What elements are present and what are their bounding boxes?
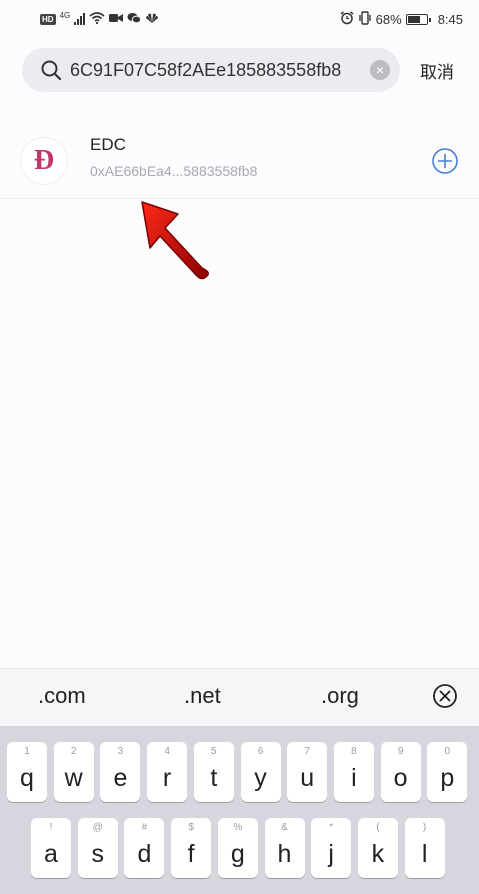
battery-icon (405, 13, 431, 25)
huawei-icon (145, 12, 159, 26)
key-w[interactable]: 2w (53, 742, 94, 802)
key-j[interactable]: * j (311, 818, 352, 878)
key-letter: f (187, 840, 195, 868)
key-s[interactable]: @ s (77, 818, 118, 878)
key-hint: 1 (24, 746, 30, 757)
result-divider (0, 198, 479, 199)
key-hint: 6 (257, 746, 264, 757)
suggestion-org[interactable]: .org (321, 683, 359, 709)
key-letter: e (113, 764, 128, 792)
key-e[interactable]: 3e (100, 742, 141, 802)
key-u[interactable]: 7u (287, 742, 328, 802)
key-g[interactable]: % g (217, 818, 258, 878)
key-hint: ( (376, 822, 380, 833)
key-p[interactable]: 0p (427, 742, 468, 802)
key-letter: o (393, 764, 408, 792)
key-letter: p (440, 764, 455, 792)
token-address: 0xAE66bEa4...5883558fb8 (90, 163, 258, 179)
key-letter: u (300, 764, 315, 792)
key-hint: & (281, 822, 288, 833)
key-y[interactable]: 6y (240, 742, 281, 802)
close-keyboard-icon[interactable] (432, 683, 458, 709)
cancel-button[interactable]: 取消 (420, 58, 454, 83)
keyboard: 1q2w3e4r5t6y7u8i9o0p ! a @ s # d $ f% g & h * j(k) l (0, 726, 479, 894)
network-type: 4G (59, 11, 71, 20)
key-letter: j (328, 840, 334, 868)
key-hint: 2 (70, 746, 77, 757)
key-t[interactable]: 5t (193, 742, 234, 802)
alarm-icon (340, 11, 354, 27)
key-letter: y (254, 764, 267, 792)
key-letter: t (210, 764, 218, 792)
status-bar: HD 4G 68% 8:45 (0, 0, 479, 38)
battery-fill (407, 15, 420, 23)
wifi-icon (89, 12, 105, 26)
search-icon (41, 60, 62, 81)
key-hint: # (141, 822, 148, 833)
key-letter: s (91, 840, 104, 868)
search-input[interactable] (70, 59, 370, 81)
key-letter: r (162, 764, 172, 792)
clock: 8:45 (437, 11, 463, 27)
key-letter: d (137, 840, 152, 868)
key-o[interactable]: 9o (380, 742, 421, 802)
annotation-arrow-icon (141, 201, 209, 280)
suggestion-net[interactable]: .net (184, 683, 221, 709)
key-letter: g (230, 840, 245, 868)
status-right: 68% 8:45 (340, 11, 463, 27)
key-hint: 5 (211, 746, 217, 757)
key-r[interactable]: 4r (147, 742, 188, 802)
key-letter: i (351, 764, 357, 792)
hd-icon: HD (40, 13, 56, 25)
key-letter: w (64, 764, 83, 792)
token-text: EDC 0xAE66bEa4...5883558fb8 (90, 135, 431, 179)
video-icon (109, 13, 124, 25)
token-symbol: EDC (90, 135, 126, 154)
key-hint: ) (422, 822, 427, 833)
key-q[interactable]: 1q (7, 742, 47, 802)
key-hint: $ (188, 822, 194, 833)
key-a[interactable]: ! a (31, 818, 71, 878)
key-hint: @ (92, 822, 103, 833)
suggestion-com[interactable]: .com (38, 683, 86, 709)
status-left: HD 4G (40, 12, 159, 26)
key-hint: % (233, 822, 243, 833)
key-hint: 4 (164, 746, 170, 757)
vibrate-icon (358, 11, 372, 27)
key-hint: 0 (444, 746, 451, 757)
key-h[interactable]: & h (264, 818, 305, 878)
search-row: × 取消 (22, 48, 462, 92)
key-hint: ! (49, 822, 53, 833)
key-f[interactable]: $ f (171, 818, 212, 878)
add-token-icon[interactable] (431, 147, 459, 175)
key-letter: k (371, 840, 385, 868)
search-box[interactable]: × (22, 48, 400, 92)
clear-icon[interactable]: × (370, 60, 390, 80)
key-letter: h (277, 840, 292, 868)
token-logo: Đ (20, 137, 68, 185)
key-letter: l (421, 840, 428, 868)
key-hint: 8 (351, 746, 357, 757)
keyboard-suggestion-bar: .com .net .org (0, 668, 479, 726)
key-letter: a (44, 840, 58, 868)
token-result-row[interactable]: Đ EDC 0xAE66bEa4...5883558fb8 (0, 124, 479, 198)
key-hint: 9 (397, 746, 404, 757)
key-hint: 7 (304, 746, 310, 757)
key-i[interactable]: 8i (333, 742, 374, 802)
key-k[interactable]: (k (357, 818, 398, 878)
key-l[interactable]: ) l (404, 818, 445, 878)
wechat-icon (127, 12, 142, 26)
battery-percent: 68% (375, 11, 402, 27)
key-letter: q (20, 764, 34, 792)
signal-icon (74, 13, 86, 25)
key-hint: 3 (117, 746, 124, 757)
key-hint: * (329, 822, 334, 833)
key-d[interactable]: # d (124, 818, 165, 878)
